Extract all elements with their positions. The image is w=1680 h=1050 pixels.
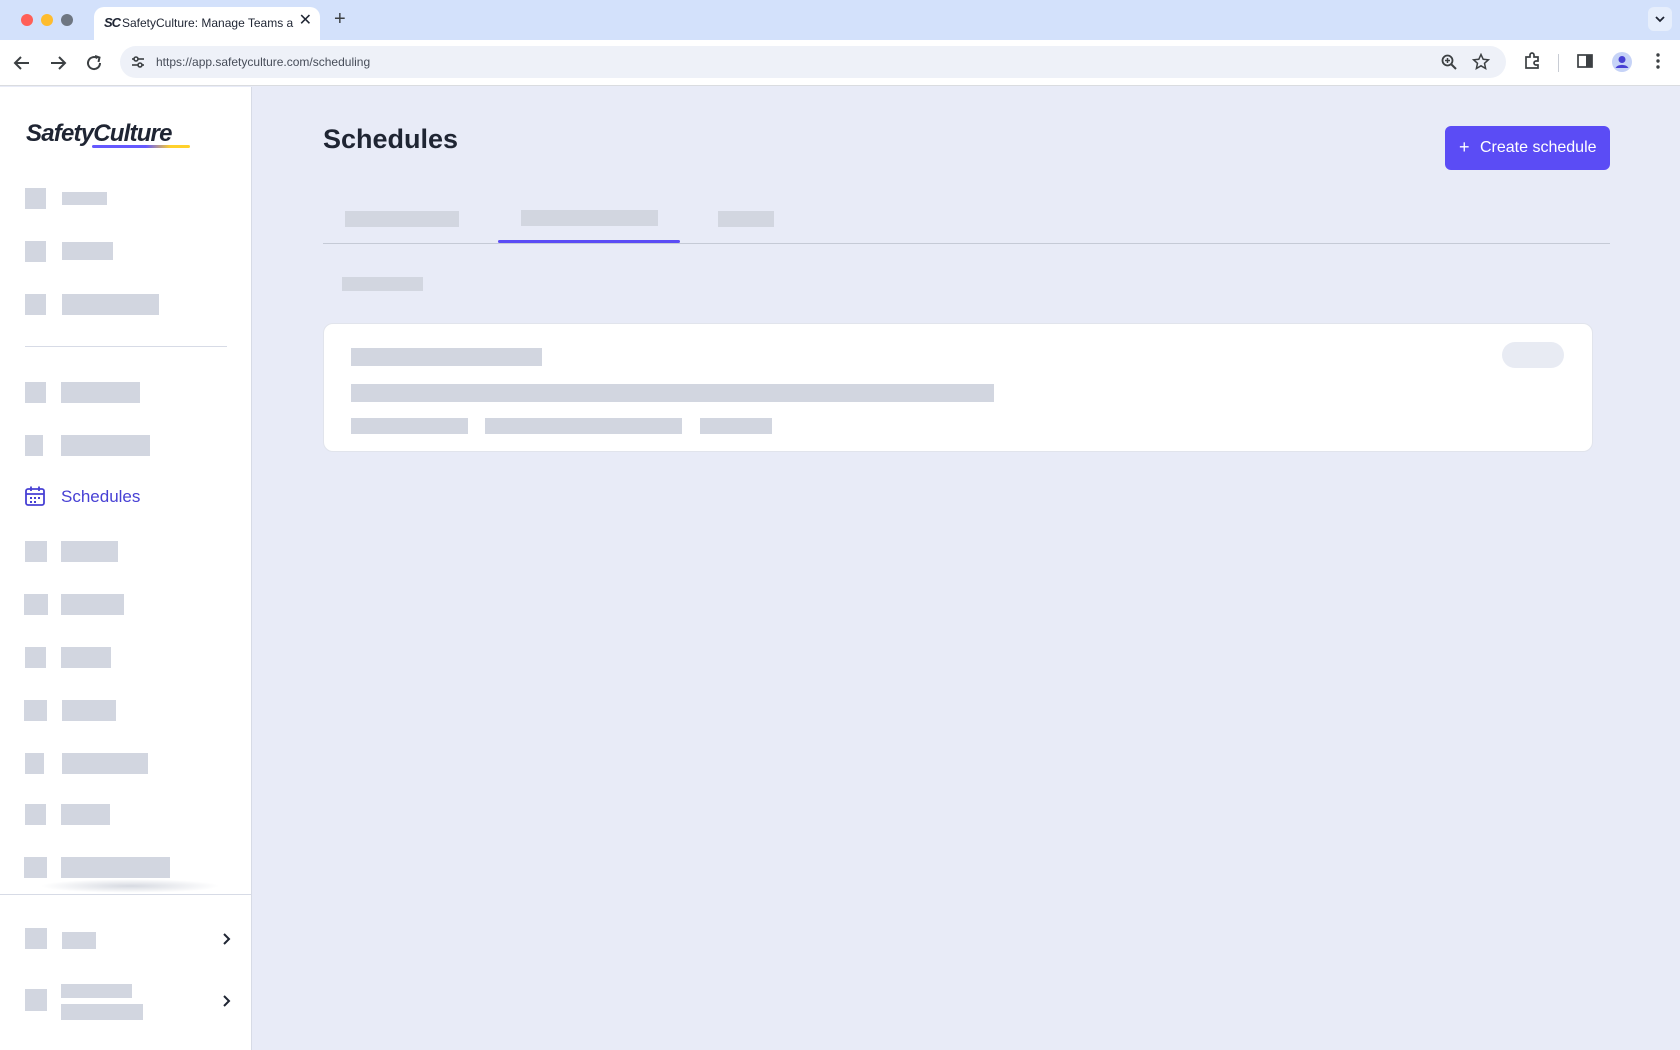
nav-label-skeleton — [61, 647, 111, 668]
nav-icon-skeleton — [25, 241, 46, 262]
maximize-window-button[interactable] — [61, 14, 73, 26]
nav-icon-skeleton — [24, 594, 48, 615]
browser-tab-bar: SC SafetyCulture: Manage Teams and... ✕ … — [0, 0, 1680, 40]
chevron-right-icon — [223, 933, 231, 945]
site-settings-icon[interactable] — [130, 54, 146, 75]
tabs-divider — [323, 243, 1610, 244]
card-meta-skeleton — [351, 418, 468, 434]
nav-label-skeleton — [61, 435, 150, 456]
logo-swoosh — [92, 145, 190, 148]
tab-close-icon[interactable]: ✕ — [299, 12, 312, 30]
nav-label-skeleton — [61, 594, 124, 615]
avatar-skeleton — [25, 989, 47, 1011]
safetyculture-logo[interactable]: SafetyCulture — [26, 120, 172, 148]
browser-tab-active[interactable]: SC SafetyCulture: Manage Teams and... ✕ — [94, 7, 320, 40]
new-tab-button[interactable]: + — [334, 8, 346, 30]
card-title-skeleton — [351, 348, 542, 366]
chevron-right-icon — [223, 995, 231, 1007]
nav-label-skeleton — [61, 804, 110, 825]
sidebar-bottom-divider — [0, 894, 251, 895]
calendar-icon — [25, 486, 45, 506]
page-title: Schedules — [323, 124, 459, 154]
nav-icon-skeleton — [25, 294, 46, 315]
minimize-window-button[interactable] — [41, 14, 53, 26]
close-window-button[interactable] — [21, 14, 33, 26]
nav-label-skeleton — [61, 857, 170, 878]
nav-icon-skeleton — [25, 541, 47, 562]
card-meta-skeleton — [485, 418, 682, 434]
app-sidebar: SafetyCulture Schedules — [0, 87, 252, 1050]
toolbar-divider — [1558, 54, 1559, 72]
reload-icon[interactable] — [82, 51, 106, 75]
status-badge-skeleton — [1502, 342, 1564, 368]
nav-sublabel-skeleton — [61, 1004, 143, 1020]
tab-label-skeleton — [521, 210, 658, 226]
nav-label-skeleton — [62, 294, 159, 315]
tab-label-skeleton — [345, 211, 459, 227]
active-tab-indicator — [498, 240, 680, 243]
profile-icon[interactable] — [1611, 51, 1633, 78]
forward-icon[interactable] — [46, 51, 70, 75]
nav-label-skeleton — [62, 242, 113, 260]
tab-title: SafetyCulture: Manage Teams and... — [122, 16, 294, 30]
back-icon[interactable] — [10, 51, 34, 75]
url-text[interactable]: https://app.safetyculture.com/scheduling — [156, 55, 370, 69]
create-schedule-button[interactable]: + Create schedule — [1445, 126, 1610, 170]
card-description-skeleton — [351, 384, 994, 402]
more-menu-icon[interactable] — [1648, 51, 1668, 76]
sidebar-item-label: Schedules — [61, 487, 141, 506]
scroll-shadow — [40, 879, 220, 893]
nav-icon-skeleton — [25, 647, 46, 668]
nav-icon-skeleton — [25, 382, 46, 403]
nav-label-skeleton — [61, 984, 132, 998]
plus-icon: + — [1459, 137, 1470, 157]
nav-label-skeleton — [62, 932, 96, 949]
nav-icon-skeleton — [24, 857, 47, 878]
tab-list-button[interactable] — [1648, 7, 1672, 31]
filter-skeleton[interactable] — [342, 277, 423, 291]
side-panel-icon[interactable] — [1575, 51, 1595, 76]
nav-icon-skeleton — [24, 700, 47, 721]
nav-icon-skeleton — [25, 804, 46, 825]
nav-label-skeleton — [62, 192, 107, 205]
card-meta-skeleton — [700, 418, 772, 434]
nav-icon-skeleton — [25, 928, 47, 949]
create-schedule-label: Create schedule — [1480, 139, 1597, 156]
zoom-icon[interactable] — [1440, 53, 1458, 76]
address-bar[interactable]: https://app.safetyculture.com/scheduling — [120, 46, 1506, 78]
nav-label-skeleton — [62, 700, 116, 721]
extensions-icon[interactable] — [1522, 51, 1542, 76]
sidebar-divider — [25, 346, 227, 347]
bookmark-star-icon[interactable] — [1471, 52, 1491, 76]
nav-label-skeleton — [61, 541, 118, 562]
safetyculture-favicon-icon: SC — [104, 15, 121, 30]
tab-label-skeleton — [718, 211, 774, 227]
sidebar-item-schedules[interactable]: Schedules — [24, 485, 224, 509]
nav-label-skeleton — [61, 382, 140, 403]
nav-icon-skeleton — [25, 435, 43, 456]
browser-toolbar: https://app.safetyculture.com/scheduling — [0, 40, 1680, 86]
nav-icon-skeleton — [25, 188, 46, 209]
nav-icon-skeleton — [25, 753, 44, 774]
nav-label-skeleton — [62, 753, 148, 774]
chevron-down-icon — [1655, 16, 1665, 23]
